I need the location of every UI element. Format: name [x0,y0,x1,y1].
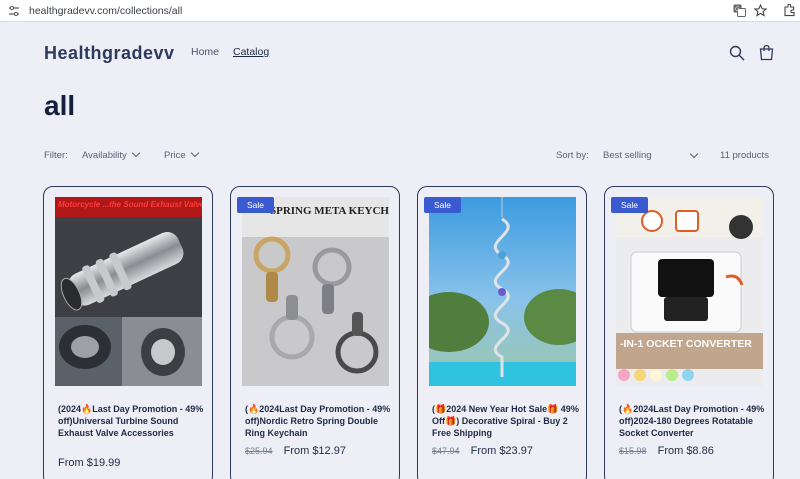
product-title[interactable]: (2024🔥Last Day Promotion - 49% off)Unive… [58,404,208,439]
sort-select-value: Best selling [603,150,652,161]
sale-badge: Sale [237,197,275,213]
product-card[interactable]: -IN-1 OCKET CONVERTER Sale (🔥2024Last Da… [604,186,774,479]
product-title[interactable]: (🎁2024 New Year Hot Sale🎁 49% Off🎁) Deco… [432,404,582,439]
price-row: From $19.99 [58,457,120,469]
product-price: From $19.99 [58,457,121,469]
compare-at-price: $25.94 [245,446,273,456]
product-card[interactable]: Motorcycle ...the Sound Exhaust Valve (2… [43,186,213,479]
compare-at-price: $47.94 [432,446,460,456]
availability-filter[interactable]: Availability [82,148,140,161]
price-row: $47.94 From $23.97 [432,445,533,457]
page-title: all [44,90,76,121]
chevron-down-icon [689,149,699,159]
store-logo[interactable]: Healthgradevv [44,43,175,64]
price-row: $15.98 From $8.86 [619,445,714,457]
product-title[interactable]: (🔥2024Last Day Promotion - 49% off)2024-… [619,404,769,439]
product-title[interactable]: (🔥2024Last Day Promotion - 49% off)Nordi… [245,404,395,439]
image-caption: SPRING META KEYCHAI [270,205,389,217]
extensions-icon[interactable] [783,4,796,17]
translate-icon[interactable]: G [733,4,746,17]
product-price: From $23.97 [470,445,533,457]
image-caption: -IN-1 OCKET CONVERTER [620,338,752,350]
product-price: From $8.86 [657,445,714,457]
svg-text:G: G [735,6,740,13]
product-count: 11 products [720,150,769,161]
price-filter-label: Price [164,150,186,161]
chevron-down-icon [190,148,199,158]
cart-icon[interactable] [758,44,775,61]
nav-home[interactable]: Home [191,46,219,58]
url-text[interactable]: healthgradevv.com/collections/all [29,5,182,17]
product-image[interactable]: -IN-1 OCKET CONVERTER [616,197,763,386]
sort-select[interactable]: Best selling [603,149,699,161]
image-caption: Motorcycle ...the Sound Exhaust Valve [58,200,202,209]
sale-badge: Sale [424,197,462,213]
product-card[interactable]: SPRING META KEYCHAI Sale (🔥2024Last Day … [230,186,400,479]
product-image[interactable] [429,197,576,386]
availability-filter-label: Availability [82,150,127,161]
compare-at-price: $15.98 [619,446,647,456]
product-image[interactable]: SPRING META KEYCHAI [242,197,389,386]
price-filter[interactable]: Price [164,148,199,161]
nav-catalog[interactable]: Catalog [233,46,269,58]
filter-label: Filter: [44,150,68,161]
browser-address-bar: healthgradevv.com/collections/all G [0,0,800,22]
chevron-down-icon [131,148,140,158]
sale-badge: Sale [611,197,649,213]
site-settings-icon[interactable] [8,5,20,17]
sort-label: Sort by: [556,150,589,161]
product-image[interactable]: Motorcycle ...the Sound Exhaust Valve [55,197,202,386]
product-card[interactable]: Sale (🎁2024 New Year Hot Sale🎁 49% Off🎁)… [417,186,587,479]
search-icon[interactable] [729,45,745,61]
price-row: $25.94 From $12.97 [245,445,346,457]
bookmark-star-icon[interactable] [754,4,767,17]
product-price: From $12.97 [283,445,346,457]
